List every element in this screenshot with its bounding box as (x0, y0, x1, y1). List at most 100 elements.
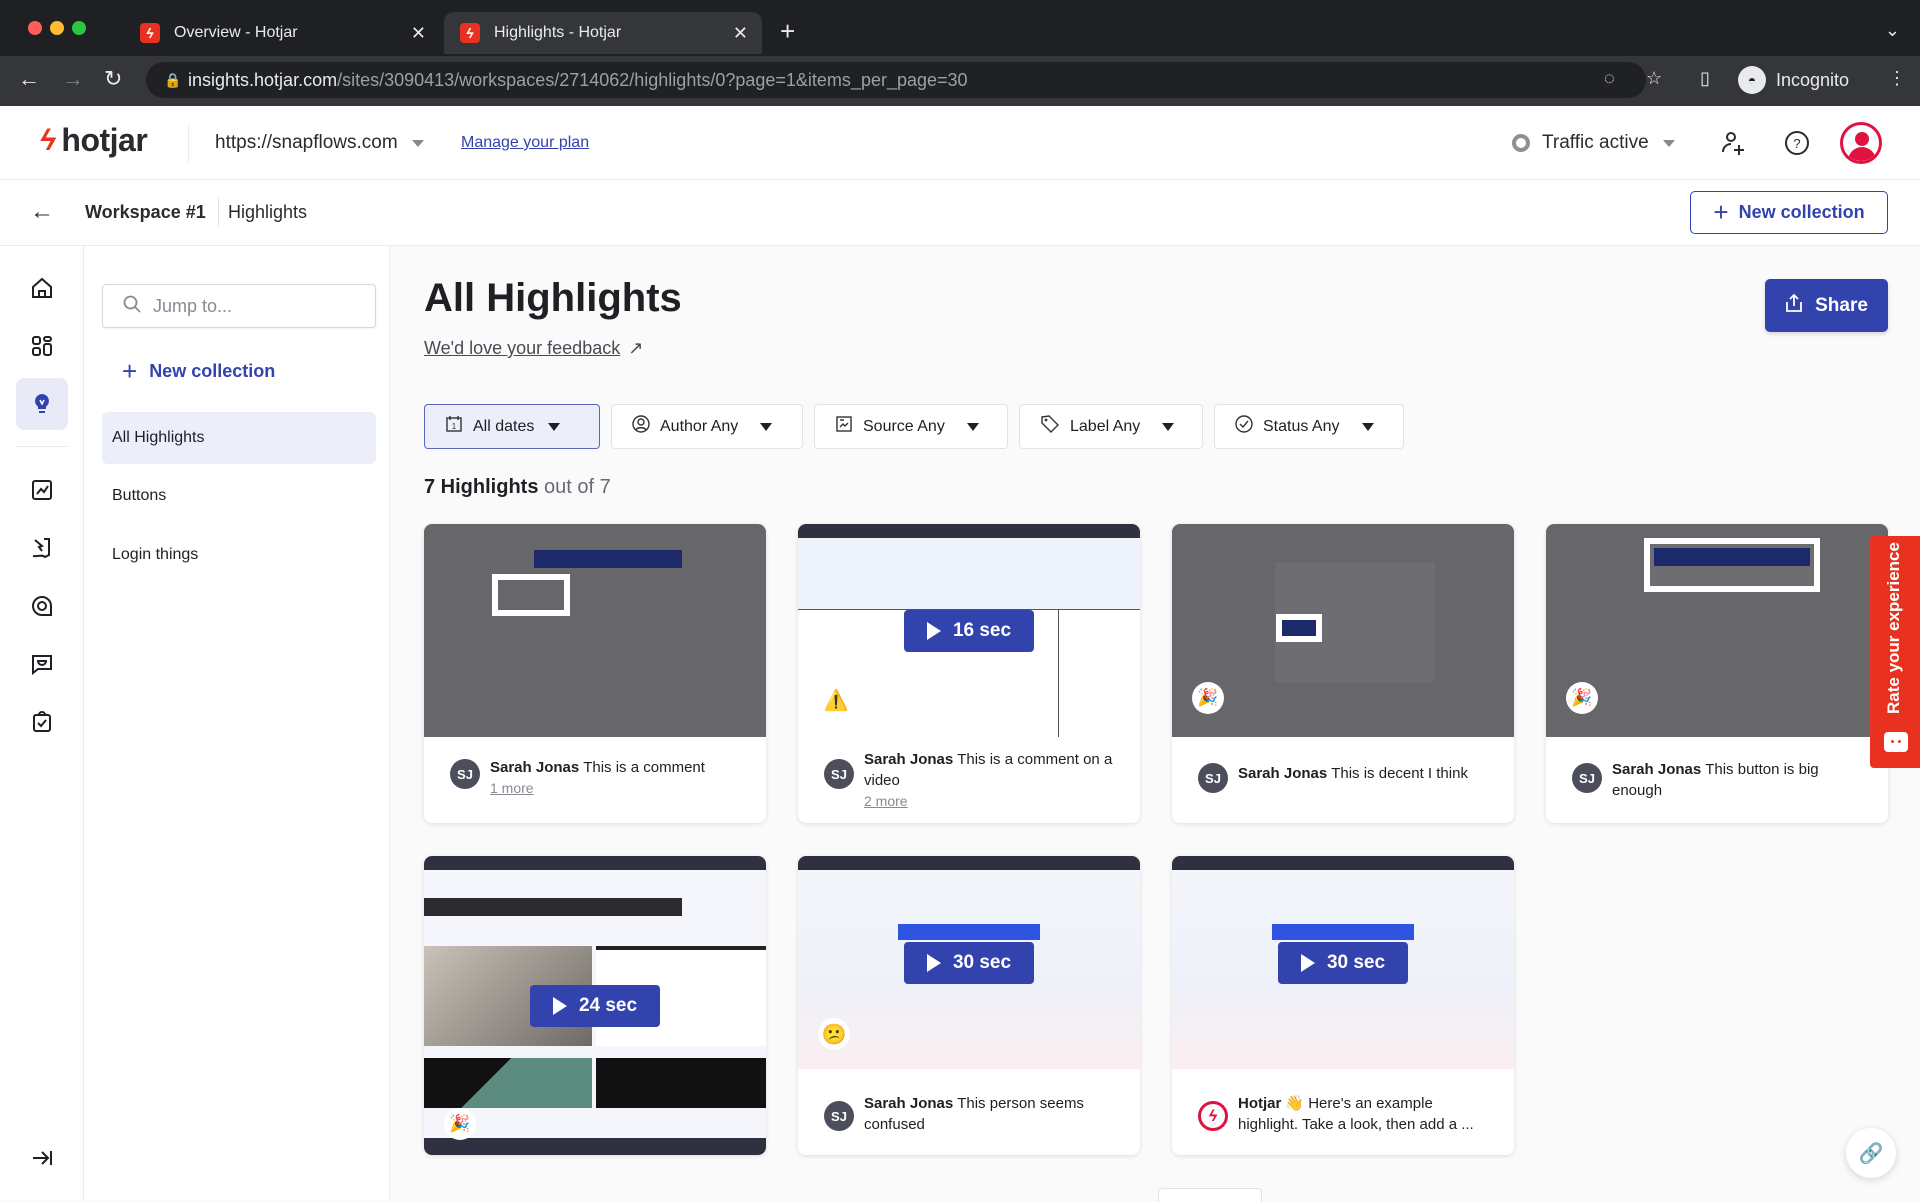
highlight-thumbnail[interactable]: 🎉 (1172, 524, 1514, 737)
highlight-box (492, 574, 570, 616)
external-link-icon: ↗ (628, 338, 644, 358)
highlight-card[interactable]: 30 sec 😕 SJ Sarah Jonas This person seems… (798, 856, 1140, 1155)
hotjar-logo[interactable]: ϟ hotjar (40, 122, 148, 159)
recordings-icon[interactable] (16, 522, 68, 574)
browser-tab-highlights[interactable]: ϟ Highlights - Hotjar ✕ (444, 12, 762, 54)
new-tab-button[interactable]: + (780, 18, 795, 44)
breadcrumb-workspace[interactable]: Workspace #1 (85, 202, 206, 223)
smiley-icon: • • (1884, 732, 1908, 752)
highlight-thumbnail[interactable]: 30 sec 😕 (798, 856, 1140, 1069)
highlight-card[interactable]: 🎉 SJ Sarah Jonas This is decent I think (1172, 524, 1514, 823)
play-recording-button[interactable]: 30 sec (1278, 941, 1408, 984)
play-recording-button[interactable]: 16 sec (904, 609, 1034, 652)
highlight-card[interactable]: 30 sec ϟ Hotjar 👋 Here's an example highl… (1172, 856, 1514, 1155)
caret-down-icon (1361, 422, 1374, 431)
rate-experience-tab[interactable]: Rate your experience • • (1870, 536, 1920, 768)
logo-text: hotjar (61, 122, 148, 158)
forward-icon[interactable]: → (62, 66, 84, 92)
sidebar-item-login-things[interactable]: Login things (102, 529, 376, 581)
count-bold: 7 Highlights (424, 476, 539, 498)
highlights-icon[interactable] (16, 378, 68, 430)
invite-user-icon[interactable] (1720, 130, 1748, 165)
highlight-card[interactable]: 24 sec 🎉 (424, 856, 766, 1155)
manage-plan-link[interactable]: Manage your plan (461, 134, 589, 152)
traffic-status-label: Traffic active (1542, 132, 1649, 153)
maximize-window-button[interactable] (72, 21, 86, 35)
app-header: ϟ hotjar https://snapflows.com Manage yo… (0, 106, 1920, 180)
minimize-window-button[interactable] (50, 21, 64, 35)
feedback-link[interactable]: We'd love your feedback ↗ (424, 338, 643, 359)
author-avatar: SJ (824, 1101, 854, 1131)
author-name: Sarah Jonas (864, 1095, 954, 1112)
share-button[interactable]: Share (1765, 279, 1888, 332)
dashboard-button-preview (898, 924, 1040, 940)
play-icon (926, 621, 941, 640)
search-icon (123, 295, 141, 318)
more-comments-link[interactable]: 1 more (490, 780, 534, 796)
highlight-thumbnail[interactable]: 16 sec ⚠️ (798, 524, 1140, 737)
surveys-icon[interactable] (16, 638, 68, 690)
highlight-thumbnail[interactable]: 30 sec (1172, 856, 1514, 1069)
reload-icon[interactable]: ↻ (104, 66, 122, 92)
filter-label: Label Any (1070, 417, 1141, 435)
avatar-icon (1855, 132, 1869, 146)
highlight-thumbnail[interactable]: 🎉 (1546, 524, 1888, 737)
date-filter[interactable]: 1 All dates (424, 404, 600, 449)
close-window-button[interactable] (28, 21, 42, 35)
recording-page-header (798, 538, 1140, 610)
highlight-card[interactable]: 16 sec ⚠️ SJ Sarah Jonas This is a commen… (798, 524, 1140, 823)
highlights-count: 7 Highlights out of 7 (424, 476, 611, 499)
sidebar-item-buttons[interactable]: Buttons (102, 470, 376, 522)
browser-tab-overview[interactable]: ϟ Overview - Hotjar ✕ (124, 12, 440, 54)
share-icon (1785, 293, 1803, 318)
bookmark-star-icon[interactable]: ☆ (1646, 68, 1662, 89)
play-recording-button[interactable]: 24 sec (530, 985, 660, 1027)
new-collection-button[interactable]: + New collection (1690, 191, 1888, 234)
incognito-profile[interactable]: ◓ Incognito (1738, 60, 1849, 100)
author-filter[interactable]: Author Any (611, 404, 803, 449)
dashboard-icon[interactable] (16, 320, 68, 372)
highlight-card[interactable]: 🎉 SJ Sarah Jonas This button is big enoug… (1546, 524, 1888, 823)
chevron-down-icon (411, 139, 424, 147)
status-filter[interactable]: Status Any (1214, 404, 1404, 449)
browser-menu-icon[interactable]: ⋮ (1888, 68, 1906, 89)
recording-topbar (424, 856, 766, 870)
back-icon[interactable]: ← (18, 66, 40, 92)
eye-off-icon[interactable]: ◌ (1604, 68, 1615, 89)
help-icon[interactable]: ? (1784, 130, 1810, 163)
tag-icon (1040, 414, 1060, 439)
copy-link-button[interactable]: 🔗 (1846, 1128, 1896, 1178)
trends-icon[interactable] (16, 464, 68, 516)
highlight-card[interactable]: SJ Sarah Jonas This is a comment 1 more (424, 524, 766, 823)
play-recording-button[interactable]: 30 sec (904, 941, 1034, 984)
highlight-thumbnail[interactable]: 24 sec 🎉 (424, 856, 766, 1155)
tab-search-chevron-icon[interactable]: ⌄ (1885, 20, 1900, 41)
side-panel-icon[interactable]: ▯ (1700, 68, 1710, 89)
label-filter[interactable]: Label Any (1019, 404, 1203, 449)
close-tab-icon[interactable]: ✕ (411, 23, 426, 44)
sidebar-new-collection-button[interactable]: + New collection (122, 356, 275, 387)
sidebar-item-all-highlights[interactable]: All Highlights (102, 412, 376, 464)
highlight-meta: SJ Sarah Jonas This person seems confused (798, 1069, 1140, 1155)
close-tab-icon[interactable]: ✕ (733, 23, 748, 44)
author-name: Sarah Jonas (1612, 761, 1702, 778)
duration-label: 24 sec (578, 995, 638, 1016)
source-filter[interactable]: Source Any (814, 404, 1008, 449)
traffic-status-dropdown[interactable]: Traffic active (1512, 132, 1675, 154)
back-arrow-icon[interactable]: ← (30, 198, 54, 226)
feedback-icon[interactable] (16, 580, 68, 632)
url-path: /sites/3090413/workspaces/2714062/highli… (337, 69, 968, 90)
highlight-thumbnail[interactable] (424, 524, 766, 737)
jump-to-search-input[interactable]: Jump to... (102, 284, 376, 328)
author-avatar: SJ (1572, 763, 1602, 793)
duration-label: 30 sec (1326, 951, 1386, 973)
interviews-icon[interactable] (16, 696, 68, 748)
caret-down-icon (548, 422, 561, 431)
user-avatar[interactable] (1840, 122, 1882, 164)
more-comments-link[interactable]: 2 more (864, 793, 908, 809)
home-icon[interactable] (16, 262, 68, 314)
address-bar[interactable]: 🔒 insights.hotjar.com/sites/3090413/work… (146, 62, 1646, 98)
highlight-meta: ϟ Hotjar 👋 Here's an example highlight. T… (1172, 1069, 1514, 1155)
collapse-icon[interactable] (16, 1132, 68, 1184)
site-selector[interactable]: https://snapflows.com (215, 132, 424, 154)
